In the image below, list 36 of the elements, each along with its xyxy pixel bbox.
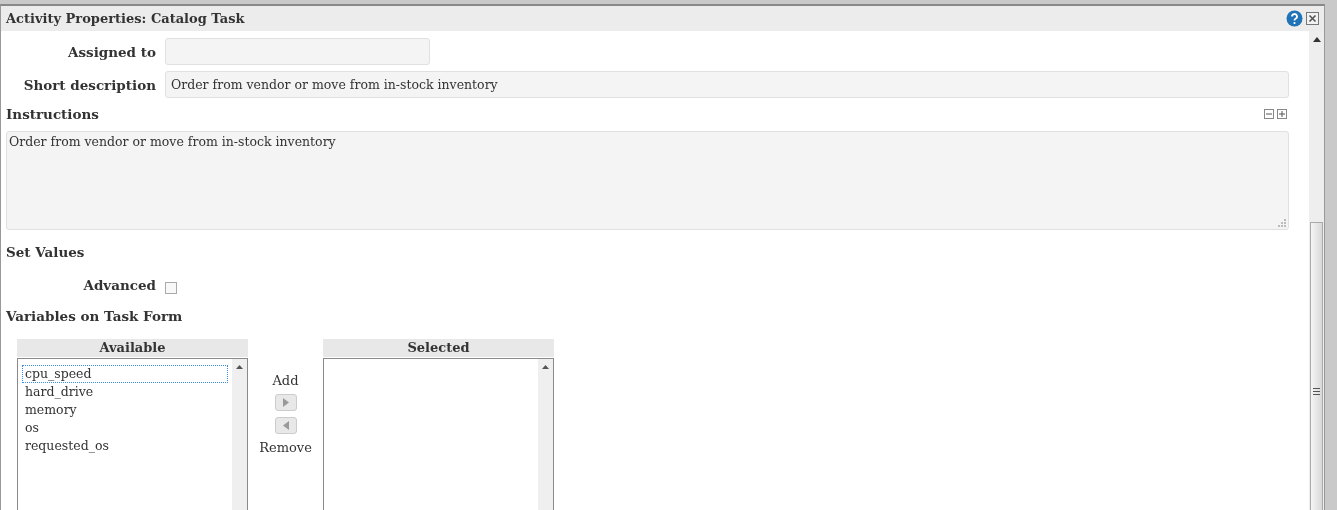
collapse-icon[interactable] bbox=[1264, 109, 1274, 119]
add-label: Add bbox=[272, 373, 299, 388]
list-option[interactable]: os bbox=[22, 419, 228, 437]
list-option[interactable]: cpu_speed bbox=[22, 365, 228, 383]
list-header: Selected bbox=[323, 339, 554, 358]
advanced-checkbox[interactable] bbox=[165, 282, 177, 294]
scroll-up-icon[interactable] bbox=[236, 365, 243, 369]
grip-icon bbox=[1313, 387, 1320, 395]
short-description-field[interactable]: Order from vendor or move from in-stock inventory bbox=[165, 71, 1289, 98]
help-icon[interactable] bbox=[1286, 10, 1303, 27]
field-label: Short description bbox=[22, 76, 157, 93]
list-header: Available bbox=[17, 339, 248, 358]
remove-button[interactable] bbox=[274, 417, 297, 434]
add-button[interactable] bbox=[274, 394, 297, 411]
instructions-field[interactable]: Order from vendor or move from in-stock inventory bbox=[6, 131, 1289, 230]
scroll-thumb[interactable] bbox=[1310, 222, 1323, 510]
section-heading: Set Values bbox=[6, 244, 86, 260]
available-list[interactable]: cpu_speed hard_drive memory os requested_os bbox=[17, 358, 248, 510]
section-heading: Variables on Task Form bbox=[6, 308, 184, 324]
section-heading: Instructions bbox=[6, 106, 99, 122]
assigned-to-field[interactable] bbox=[165, 38, 430, 65]
list-option[interactable]: memory bbox=[22, 401, 228, 419]
list-option[interactable]: hard_drive bbox=[22, 383, 228, 401]
field-label: Advanced bbox=[82, 277, 157, 293]
remove-label: Remove bbox=[259, 440, 312, 455]
close-icon[interactable] bbox=[1306, 12, 1319, 25]
left-arrow-icon bbox=[282, 421, 289, 430]
scroll-up-icon[interactable] bbox=[542, 365, 549, 369]
scroll-up-icon[interactable] bbox=[1312, 37, 1321, 42]
resize-grip-icon[interactable] bbox=[1276, 217, 1286, 227]
scrollbar[interactable] bbox=[1309, 31, 1324, 510]
field-label: Assigned to bbox=[66, 43, 157, 60]
expand-icon[interactable] bbox=[1277, 109, 1287, 119]
window-title: Activity Properties: Catalog Task bbox=[6, 11, 246, 26]
list-option[interactable]: requested_os bbox=[22, 437, 228, 455]
right-arrow-icon bbox=[282, 398, 289, 407]
